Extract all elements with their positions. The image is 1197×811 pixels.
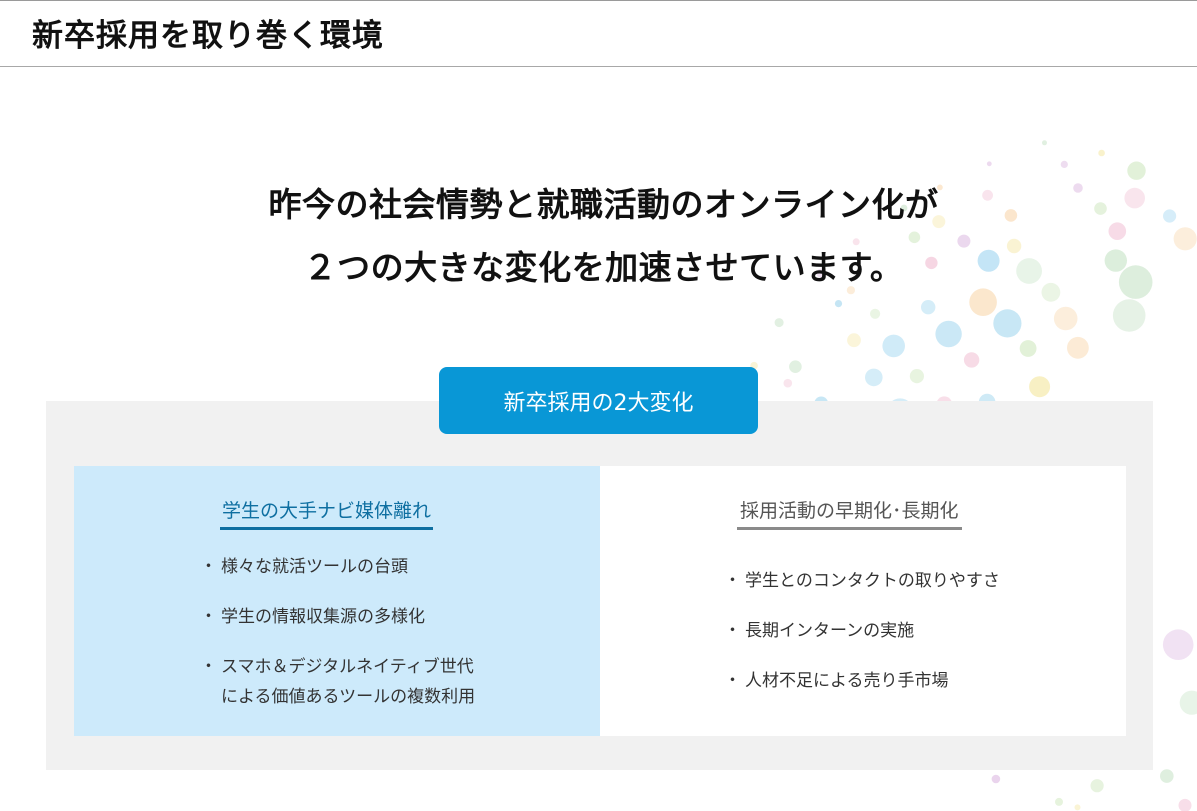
headline-line-2: ２つの大きな変化を加速させています。	[303, 248, 904, 287]
decorative-dot	[1160, 769, 1174, 783]
card-title-left: 学生の大手ナビ媒体離れ	[220, 496, 434, 530]
decorative-dot	[1053, 306, 1078, 331]
decorative-dot	[783, 378, 793, 388]
decorative-dot	[1074, 804, 1081, 811]
decorative-dot	[1067, 336, 1089, 359]
card-list-left: 様々な就活ツールの台頭学生の情報収集源の多様化スマホ＆デジタルネイティブ世代によ…	[200, 552, 476, 732]
decorative-dot	[969, 288, 997, 317]
decorative-dot	[963, 352, 980, 368]
list-item-text: 学生の情報収集源の多様化	[221, 607, 425, 627]
decorative-dot	[847, 333, 861, 348]
decorative-dot	[882, 334, 905, 358]
decorative-dot	[991, 774, 1001, 784]
card-title-right: 採用活動の早期化･長期化	[737, 496, 962, 530]
list-item: スマホ＆デジタルネイティブ世代による価値あるツールの複数利用	[200, 652, 476, 712]
decorative-dot	[1179, 690, 1197, 715]
decorative-dot	[1098, 149, 1105, 157]
decorative-dot	[870, 308, 881, 319]
list-item: 学生の情報収集源の多様化	[200, 602, 475, 632]
decorative-dot	[921, 300, 936, 315]
decorative-dot	[1042, 140, 1047, 146]
decorative-dot	[1178, 798, 1192, 811]
card-list-right: 学生とのコンタクトの取りやすさ長期インターンの実施人材不足による売り手市場	[724, 566, 1000, 716]
list-item: 人材不足による売り手市場	[724, 666, 1000, 696]
list-item-text: 長期インターンの実施	[745, 621, 915, 641]
decorative-dot	[993, 309, 1022, 338]
decorative-dot	[789, 360, 802, 374]
decorative-dot	[1060, 160, 1068, 168]
list-item-text: スマホ＆デジタルネイティブ世代	[221, 657, 474, 677]
change-card-navi-exodus: 学生の大手ナビ媒体離れ 様々な就活ツールの台頭学生の情報収集源の多様化スマホ＆デ…	[74, 466, 600, 736]
decorative-dot	[986, 161, 992, 167]
change-card-early-long: 採用活動の早期化･長期化 学生とのコンタクトの取りやすさ長期インターンの実施人材…	[600, 466, 1126, 736]
list-item-text: 人材不足による売り手市場	[745, 671, 949, 691]
decorative-dot	[935, 320, 962, 348]
list-item: 学生とのコンタクトの取りやすさ	[724, 566, 1000, 596]
list-item-text: 様々な就活ツールの台頭	[221, 557, 408, 577]
decorative-dot	[1112, 299, 1146, 332]
list-item-text: による価値あるツールの複数利用	[221, 687, 476, 707]
two-changes-badge: 新卒採用の2大変化	[439, 367, 758, 434]
list-item: 様々な就活ツールの台頭	[200, 552, 475, 582]
decorative-dot	[1029, 376, 1051, 398]
decorative-dot	[1019, 340, 1037, 357]
decorative-dot	[909, 369, 925, 384]
decorative-dot	[865, 368, 883, 387]
decorative-dot	[834, 300, 843, 308]
decorative-dot	[1090, 779, 1104, 793]
decorative-dot	[1162, 629, 1194, 660]
headline-line-1: 昨今の社会情勢と就職活動のオンライン化が	[268, 185, 939, 224]
decorative-dot	[1055, 797, 1063, 806]
list-item: 長期インターンの実施	[724, 616, 1000, 646]
list-item-text: 学生とのコンタクトの取りやすさ	[745, 571, 1000, 591]
decorative-dot	[774, 318, 784, 328]
